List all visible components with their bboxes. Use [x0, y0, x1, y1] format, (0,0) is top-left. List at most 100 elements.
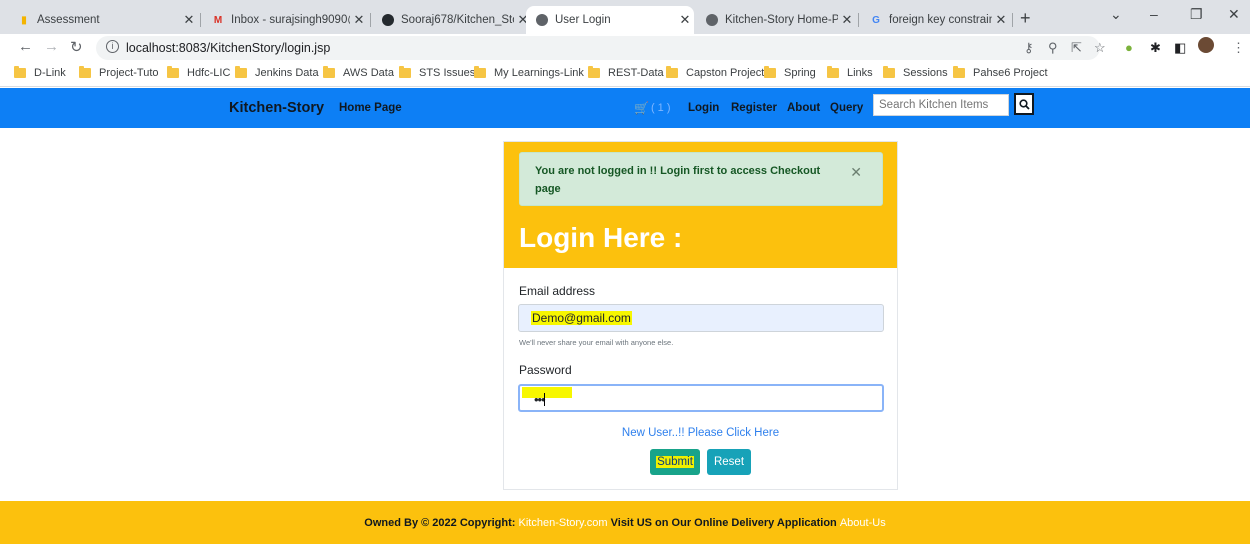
tab-title: foreign key constraint in sq [889, 14, 992, 26]
browser-tab-strip: ▮ Assessment ✕ M Inbox - surajsingh9090@… [0, 0, 1250, 34]
bookmark-label: Jenkins Data [255, 67, 319, 79]
forward-arrow-icon[interactable]: → [44, 38, 59, 55]
bookmark-label: AWS Data [343, 67, 394, 79]
folder-icon [764, 66, 776, 78]
search-input[interactable] [873, 94, 1009, 116]
bookmark-label: Spring [784, 67, 816, 79]
submit-button[interactable]: Submit [650, 449, 700, 475]
bookmark-folder[interactable]: Spring [764, 66, 816, 79]
bookmark-label: Capston Project [686, 67, 765, 79]
nav-query-link[interactable]: Query [830, 102, 863, 114]
reload-icon[interactable]: ↻ [70, 38, 83, 56]
tab-separator [1012, 13, 1013, 27]
bookmark-star-icon[interactable]: ☆ [1094, 40, 1106, 56]
email-value: Demo@gmail.com [531, 311, 632, 325]
tab-search-chevron-icon[interactable]: ⌄ [1110, 6, 1122, 23]
bookmark-label: My Learnings-Link [494, 67, 584, 79]
footer-site-link[interactable]: Kitchen-Story.com [519, 517, 608, 529]
globe-icon [536, 14, 548, 26]
email-label: Email address [519, 284, 596, 298]
browser-tab-github[interactable]: Sooraj678/Kitchen_Story: Pr ✕ [372, 6, 532, 34]
globe-icon [706, 14, 718, 26]
bookmark-folder[interactable]: AWS Data [323, 66, 394, 79]
brand-logo[interactable]: Kitchen-Story [229, 100, 324, 116]
extensions-puzzle-icon[interactable]: ✱ [1150, 40, 1161, 56]
bookmark-folder[interactable]: Project-Tuto [79, 66, 159, 79]
bookmark-folder[interactable]: Hdfc-LIC [167, 66, 230, 79]
bookmark-folder[interactable]: REST-Data [588, 66, 664, 79]
folder-icon [14, 66, 26, 78]
cart-link[interactable]: 🛒 ( 1 ) [634, 101, 671, 115]
new-user-link[interactable]: New User..!! Please Click Here [504, 427, 897, 439]
bookmarks-bar: D-Link Project-Tuto Hdfc-LIC Jenkins Dat… [0, 62, 1250, 87]
login-card-header: You are not logged in !! Login first to … [504, 142, 897, 268]
key-icon[interactable]: ⚷ [1024, 40, 1034, 56]
browser-tab-assessment[interactable]: ▮ Assessment ✕ [8, 6, 198, 34]
address-bar[interactable]: i localhost:8083/KitchenStory/login.jsp [96, 36, 1100, 60]
menu-kebab-icon[interactable]: ⋮ [1232, 40, 1245, 56]
bookmark-label: Project-Tuto [99, 67, 159, 79]
browser-toolbar: ← → ↻ i localhost:8083/KitchenStory/logi… [0, 34, 1250, 62]
bookmark-folder[interactable]: D-Link [14, 66, 66, 79]
submit-label: Submit [656, 456, 694, 468]
bookmark-label: Pahse6 Project [973, 67, 1048, 79]
folder-icon [588, 66, 600, 78]
browser-tab-google-search[interactable]: G foreign key constraint in sq ✕ [860, 6, 1010, 34]
close-tab-icon[interactable]: ✕ [350, 12, 368, 28]
close-tab-icon[interactable]: ✕ [992, 12, 1010, 28]
tab-title: Kitchen-Story Home-Page [725, 14, 838, 26]
password-field[interactable]: ••• [518, 384, 884, 412]
zoom-icon[interactable]: ⚲ [1048, 40, 1058, 56]
bookmark-folder[interactable]: Links [827, 66, 873, 79]
email-field[interactable]: Demo@gmail.com [518, 304, 884, 332]
google-icon: G [872, 14, 880, 26]
browser-tab-kitchen-story-home[interactable]: Kitchen-Story Home-Page ✕ [696, 6, 856, 34]
bookmark-label: D-Link [34, 67, 66, 79]
close-icon[interactable]: ✕ [850, 163, 862, 181]
profile-avatar[interactable] [1198, 37, 1214, 53]
bookmark-folder[interactable]: Jenkins Data [235, 66, 319, 79]
new-tab-icon[interactable]: + [1020, 8, 1031, 29]
nav-login-link[interactable]: Login [688, 102, 719, 114]
reset-button[interactable]: Reset [707, 449, 751, 475]
side-panel-icon[interactable]: ◧ [1174, 40, 1186, 56]
close-window-icon[interactable]: ✕ [1228, 6, 1240, 23]
assessment-icon: ▮ [21, 14, 27, 26]
bookmark-folder[interactable]: Sessions [883, 66, 948, 79]
search-icon [1018, 98, 1030, 110]
bookmark-folder[interactable]: Capston Project [666, 66, 765, 79]
close-tab-icon[interactable]: ✕ [676, 12, 694, 28]
minimize-icon[interactable]: – [1150, 6, 1158, 22]
github-icon [382, 14, 394, 26]
site-info-icon[interactable]: i [106, 40, 119, 53]
tab-separator [200, 13, 201, 27]
nav-home-link[interactable]: Home Page [339, 102, 402, 114]
restore-icon[interactable]: ❐ [1190, 6, 1203, 23]
back-arrow-icon[interactable]: ← [18, 38, 33, 55]
footer-about-link[interactable]: About-Us [840, 517, 886, 529]
share-icon[interactable]: ⇱ [1071, 40, 1082, 56]
bookmark-label: STS Issues [419, 67, 476, 79]
tab-title: Sooraj678/Kitchen_Story: Pr [401, 14, 514, 26]
nav-register-link[interactable]: Register [731, 102, 777, 114]
tab-title: Inbox - surajsingh9090@gr [231, 14, 350, 26]
browser-tab-user-login[interactable]: User Login ✕ [526, 6, 694, 34]
folder-icon [167, 66, 179, 78]
tab-title: Assessment [37, 14, 100, 26]
close-tab-icon[interactable]: ✕ [180, 12, 198, 28]
browser-tab-inbox[interactable]: M Inbox - surajsingh9090@gr ✕ [202, 6, 368, 34]
folder-icon [666, 66, 678, 78]
cart-count: ( 1 ) [650, 102, 671, 114]
text-cursor [544, 393, 545, 406]
close-tab-icon[interactable]: ✕ [838, 12, 856, 28]
bookmark-folder[interactable]: Pahse6 Project [953, 66, 1048, 79]
folder-icon [323, 66, 335, 78]
folder-icon [827, 66, 839, 78]
bookmark-folder[interactable]: My Learnings-Link [474, 66, 584, 79]
folder-icon [953, 66, 965, 78]
extension-icon[interactable]: ● [1125, 40, 1133, 55]
bookmark-folder[interactable]: STS Issues [399, 66, 476, 79]
bookmark-label: REST-Data [608, 67, 664, 79]
nav-about-link[interactable]: About [787, 102, 820, 114]
search-button[interactable] [1014, 93, 1034, 115]
